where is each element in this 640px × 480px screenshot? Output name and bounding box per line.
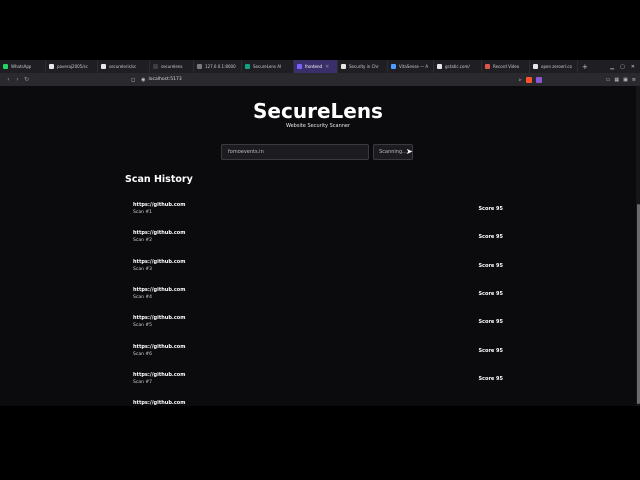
history-row-url: https://github.com [133, 371, 186, 378]
back-icon[interactable]: ‹ [4, 76, 13, 83]
tab-close-icon[interactable]: × [325, 64, 329, 70]
history-row-score: Score 95 [478, 206, 503, 212]
brave-rewards-icon[interactable] [535, 76, 542, 83]
address-bar[interactable]: ◻ ◉ localhost:5173 [131, 75, 513, 84]
letterbox-top [0, 0, 640, 60]
history-row-score: Score 95 [478, 347, 503, 354]
window-controls: ▁ ▢ ✕ [610, 64, 640, 70]
extensions-icon[interactable]: ▦ [614, 77, 619, 83]
tab-favicon-icon [391, 64, 396, 69]
tab-strip: WhatsApp paveraj2005/sc secureleris/sc secu… [0, 60, 640, 73]
history-row-score: Score 95 [478, 290, 503, 297]
tab-favicon-icon [437, 64, 442, 69]
browser-tab[interactable]: secureleris/sc [98, 60, 150, 73]
history-row-label: Scan #4 [133, 294, 153, 300]
url-text[interactable]: localhost:5173 [149, 77, 182, 82]
browser-tab[interactable]: WhatsApp [0, 60, 46, 73]
tab-favicon-icon [533, 64, 538, 69]
page-content: SecureLens Website Security Scanner Scan… [0, 86, 636, 406]
tab-favicon-icon [245, 64, 250, 69]
minimize-icon[interactable]: ▁ [610, 64, 614, 70]
tab-title: Security in Chr [349, 64, 379, 69]
tab-favicon-icon [341, 64, 346, 69]
history-row-url: https://github.com [133, 202, 186, 208]
history-row-score: Score 95 [478, 319, 503, 326]
close-window-icon[interactable]: ✕ [631, 64, 635, 70]
mouse-cursor-icon: ➤ [406, 147, 413, 156]
share-icon[interactable]: ▹ [519, 77, 522, 83]
browser-toolbar: ‹ › ↻ ◻ ◉ localhost:5173 ▹ ▭ ▦ ▣ ≡ [0, 73, 640, 86]
browser-tab[interactable]: securelens [150, 60, 194, 73]
page-subtitle: Website Security Scanner [285, 123, 351, 129]
tab-title: paveraj2005/sc [57, 64, 88, 69]
tab-title: SecureLens AI [253, 64, 282, 69]
tab-title: WhatsApp [11, 64, 32, 69]
history-row-url: https://github.com [133, 343, 186, 350]
history-row-url: https://github.com [133, 258, 186, 265]
history-row-url: https://github.com [133, 315, 186, 322]
browser-tab[interactable]: VitaSense — A [388, 60, 434, 73]
letterbox-bottom [0, 406, 640, 480]
browser-tab[interactable]: frontend × [294, 60, 338, 73]
history-row[interactable]: https://github.com Scan #4 Score 95 [126, 287, 510, 311]
history-row-url: https://github.com [133, 286, 186, 293]
sidebar-icon[interactable]: ▭ [606, 77, 611, 83]
tab-title: securelens [161, 64, 183, 69]
history-row-score: Score 95 [478, 262, 503, 269]
browser-tab[interactable]: 127.0.0.1:8000 [194, 60, 242, 73]
new-tab-button[interactable]: + [578, 63, 592, 71]
tab-title: open zeroerl.co [541, 64, 572, 69]
history-row[interactable]: https://github.com Scan #1 Score 95 [126, 202, 510, 226]
tab-favicon-icon [3, 64, 8, 69]
browser-tab[interactable]: SecureLens AI [242, 60, 294, 73]
page-scrollbar[interactable] [636, 86, 640, 406]
tab-favicon-icon [49, 64, 54, 69]
history-row[interactable]: https://github.com Scan #6 Score 95 [126, 344, 510, 368]
tab-title: secureleris/sc [109, 64, 137, 69]
toolbar-actions: ▹ ▭ ▦ ▣ ≡ [519, 76, 636, 83]
browser-tab[interactable]: Record Video [482, 60, 530, 73]
site-info-icon[interactable]: ◉ [141, 77, 145, 83]
forward-icon[interactable]: › [13, 76, 22, 83]
tab-title: frontend [305, 64, 323, 69]
menu-icon[interactable]: ≡ [632, 77, 636, 83]
wallet-icon[interactable]: ▣ [623, 77, 628, 83]
history-row[interactable]: https://github.com Scan #7 Score 95 [126, 372, 510, 396]
tab-title: 127.0.0.1:8000 [205, 64, 236, 69]
brave-shield-icon[interactable] [525, 76, 532, 83]
history-row-score: Score 95 [478, 375, 503, 382]
tab-favicon-icon [101, 64, 106, 69]
bookmark-icon[interactable]: ◻ [131, 77, 135, 83]
browser-tab[interactable]: paveraj2005/sc [46, 60, 98, 73]
browser-tab[interactable]: Security in Chr [338, 60, 388, 73]
history-row-label: Scan #5 [133, 323, 153, 329]
browser-tab[interactable]: gstatic.com/ [434, 60, 482, 73]
tab-favicon-icon [297, 64, 302, 69]
url-input[interactable] [221, 144, 369, 160]
browser-tab[interactable]: open zeroerl.co [530, 60, 578, 73]
tab-favicon-icon [197, 64, 202, 69]
tab-title: Record Video [493, 64, 520, 69]
history-row-label: Scan #7 [133, 379, 153, 385]
history-row-label: Scan #6 [133, 351, 153, 357]
tab-title: VitaSense — A [399, 64, 429, 69]
history-row-label: Scan #1 [133, 210, 153, 215]
history-row-url: https://github.com [133, 230, 186, 237]
scan-history-heading: Scan History [125, 174, 193, 185]
tab-favicon-icon [153, 64, 158, 69]
history-row[interactable]: https://github.com Scan #2 Score 95 [126, 230, 510, 254]
scrollbar-thumb[interactable] [636, 204, 640, 404]
maximize-icon[interactable]: ▢ [620, 64, 625, 70]
history-row[interactable]: https://github.com Scan #5 Score 95 [126, 315, 510, 339]
history-row-label: Scan #2 [133, 238, 153, 244]
tab-favicon-icon [485, 64, 490, 69]
history-row-label: Scan #3 [133, 266, 153, 272]
page-title: SecureLens [253, 99, 383, 123]
reload-icon[interactable]: ↻ [22, 76, 31, 83]
history-row[interactable]: https://github.com Scan #3 Score 95 [126, 259, 510, 283]
tab-title: gstatic.com/ [445, 64, 470, 69]
history-row-score: Score 95 [478, 234, 503, 241]
